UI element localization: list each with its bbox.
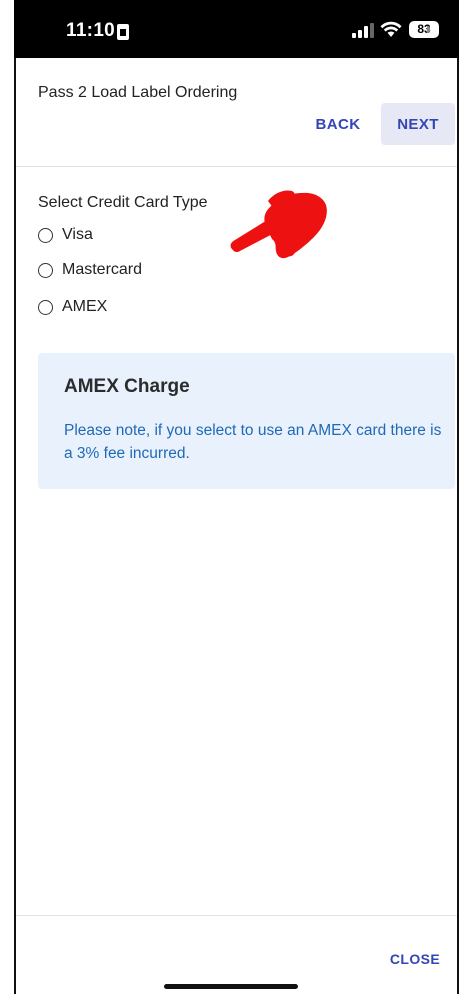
radio-circle-mastercard[interactable] — [38, 262, 53, 278]
status-time: 11:10 — [66, 20, 116, 41]
footer-divider — [16, 915, 457, 916]
radio-label-amex: AMEX — [62, 298, 108, 315]
wifi-icon — [380, 21, 402, 37]
pointing-hand-icon — [230, 190, 327, 259]
radio-option-amex[interactable]: AMEX — [38, 296, 107, 318]
radio-circle-amex[interactable] — [38, 299, 53, 315]
next-button[interactable]: NEXT — [381, 103, 455, 145]
back-button[interactable]: BACK — [305, 103, 371, 145]
radio-label-visa: Visa — [62, 226, 93, 243]
radio-option-visa[interactable]: Visa — [38, 224, 93, 246]
radio-option-mastercard[interactable]: Mastercard — [38, 259, 142, 281]
close-button[interactable]: CLOSE — [383, 944, 447, 974]
credit-card-type-label: Select Credit Card Type — [38, 194, 208, 211]
page-title: Pass 2 Load Label Ordering — [38, 84, 238, 101]
sim-card-icon — [117, 24, 129, 40]
home-indicator[interactable] — [164, 984, 298, 989]
status-bar: 11:10 83 — [14, 0, 459, 58]
header-divider — [16, 166, 457, 167]
battery-icon: 83 — [409, 21, 439, 38]
cellular-signal-icon — [352, 22, 374, 38]
battery-nub — [427, 26, 430, 33]
notice-title: AMEX Charge — [64, 376, 190, 397]
radio-circle-visa[interactable] — [38, 227, 53, 243]
radio-label-mastercard: Mastercard — [62, 261, 143, 278]
app-screen: 11:10 83 Pass 2 Load Label Ordering BACK… — [0, 0, 459, 994]
notice-text: Please note, if you select to use an AME… — [64, 422, 442, 462]
device-bezel-left — [14, 0, 16, 994]
amex-charge-notice: AMEX Charge Please note, if you select t… — [38, 353, 455, 489]
